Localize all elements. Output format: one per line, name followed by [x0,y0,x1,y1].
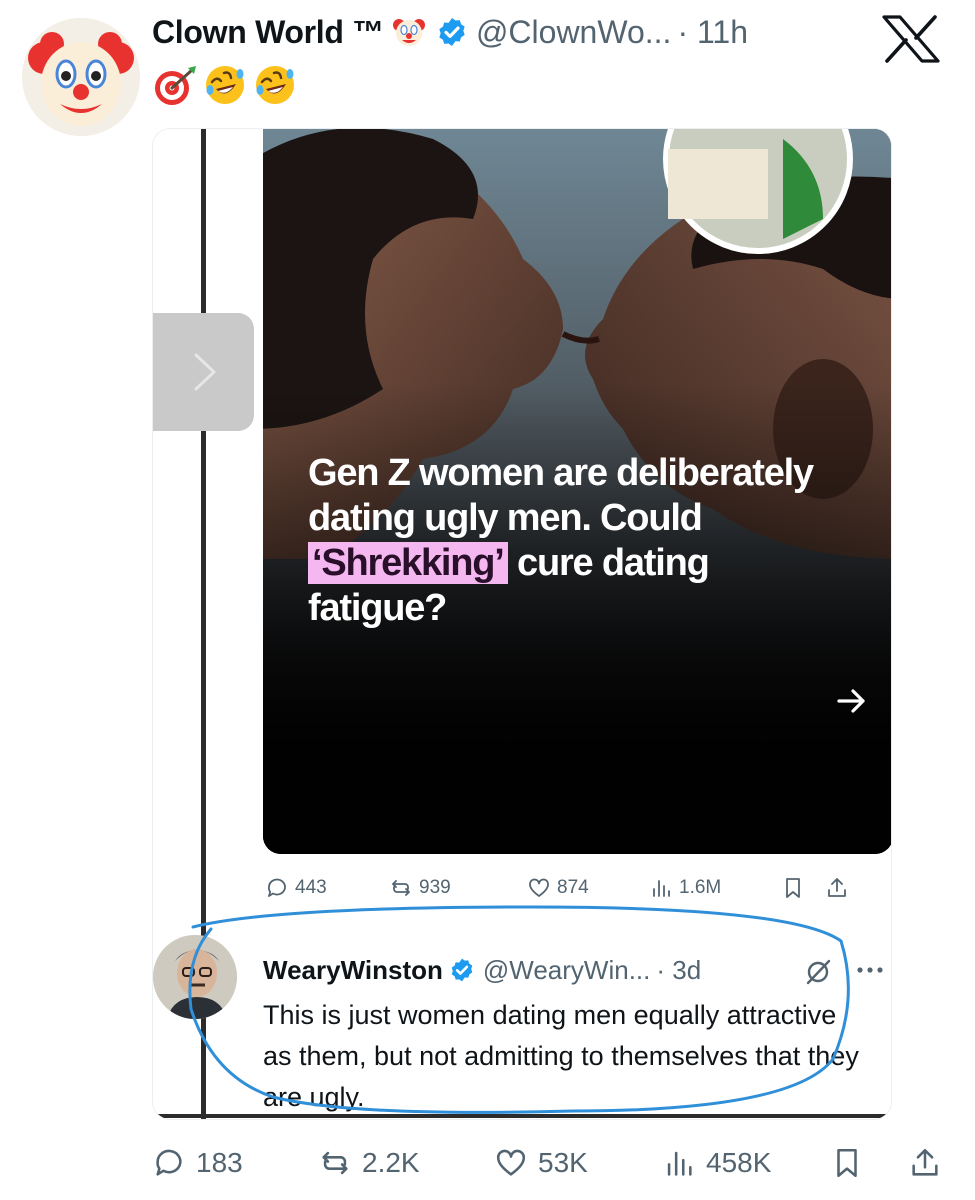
quoted-views-button[interactable]: 1.6M [649,876,781,900]
headline-highlight: ‘Shrekking’ [308,542,508,584]
x-logo-icon[interactable] [878,14,944,64]
repost-icon [322,1151,348,1175]
bookmark-button[interactable] [830,1140,864,1186]
repost-icon [392,880,410,896]
quoted-bookmark-button[interactable] [781,876,825,900]
reply-header: WearyWinston @WearyWin... · 3d [263,953,701,987]
reply-time[interactable]: · 3d [656,955,701,986]
article-image[interactable]: Gen Z women are deliberately dating ugly… [263,129,891,854]
share-icon [828,878,846,897]
more-options-icon[interactable] [853,955,887,985]
quoted-repost-count: 939 [419,877,451,898]
quoted-share-button[interactable] [825,876,855,900]
heart-icon [529,878,549,897]
views-chart-icon [653,880,670,897]
share-button[interactable] [908,1140,942,1186]
reply-avatar[interactable] [153,935,237,1019]
quoted-reply-button[interactable]: 443 [265,876,389,900]
previous-media-button[interactable] [153,313,254,431]
profile-avatar[interactable] [22,18,140,136]
reply-avatar-portrait [153,935,237,1019]
quoted-repost-button[interactable]: 939 [389,876,527,900]
verified-badge-icon [451,958,473,982]
tweet-text [152,62,298,108]
quoted-like-count: 874 [557,877,589,898]
quoted-metrics-bar: 443 939 874 1.6M [265,873,855,903]
tweet-header: Clown World ™ @ClownWo... · 11h [152,10,748,54]
views-chart-icon [667,1151,692,1176]
grok-icon[interactable] [803,957,833,987]
reply-icon [268,878,286,897]
bookmark-icon [786,878,800,898]
quoted-reply-count: 443 [295,877,327,898]
views-button[interactable]: 458K [662,1140,771,1186]
reply-handle[interactable]: @WearyWin... [483,955,651,986]
reply-count: 183 [196,1147,243,1178]
quoted-view-count: 1.6M [679,877,722,898]
tweet-time[interactable]: · 11h [677,14,748,51]
bookmark-icon [837,1148,857,1178]
arrow-right-icon[interactable] [831,681,871,721]
repost-button[interactable]: 2.2K [318,1140,420,1186]
verified-badge-icon [439,18,465,46]
user-handle[interactable]: @ClownWo... [476,14,672,51]
reply-button[interactable]: 183 [152,1140,243,1186]
like-count: 53K [538,1147,588,1178]
reply-icon [156,1149,182,1176]
clown-face-icon [392,19,425,46]
heart-icon [496,1149,526,1176]
rolling-laughing-emoji [256,66,294,104]
view-count: 458K [706,1147,772,1178]
rolling-laughing-emoji [206,66,244,104]
headline-text: Gen Z women are deliberately dating ugly… [308,452,814,539]
clown-avatar-icon [22,18,140,136]
chevron-right-icon [194,353,215,391]
article-headline: Gen Z women are deliberately dating ugly… [308,451,848,631]
embedded-screenshot[interactable]: Gen Z women are deliberately dating ugly… [152,128,892,1120]
repost-count: 2.2K [362,1147,420,1178]
quoted-like-button[interactable]: 874 [527,876,649,900]
reply-text: This is just women dating men equally at… [263,1000,859,1112]
reply-display-name[interactable]: WearyWinston [263,955,443,986]
like-button[interactable]: 53K [494,1140,588,1186]
share-icon [912,1148,938,1176]
direct-hit-emoji [155,66,196,105]
display-name[interactable]: Clown World ™ [152,14,384,51]
